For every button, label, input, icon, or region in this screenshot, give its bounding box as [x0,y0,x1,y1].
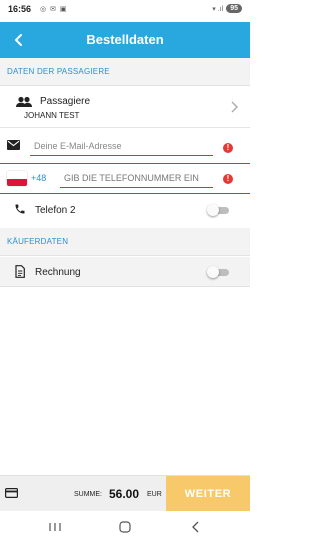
section-header-buyer: KÄUFERDATEN [0,228,250,256]
status-time: 16:56 [8,4,32,14]
document-icon [15,265,25,278]
system-nav-bar [0,511,250,542]
email-field[interactable] [30,136,213,156]
telefon2-row: Telefon 2 [0,196,250,224]
total-label: SUMME: [74,491,102,498]
passenger-row[interactable]: Passagiere JOHANN TEST [0,86,250,128]
signal-icon: ▾ .ıl [212,5,224,13]
phone-error-icon: ! [223,174,233,184]
total-amount: 56.00 [109,487,140,501]
rechnung-row: Rechnung [0,257,250,287]
passenger-label: Passagiere [40,96,91,107]
status-bar: 16:56 ◎ ✉ ▣ ▾ .ıl 95 [0,0,250,22]
phone-icon [15,204,25,214]
checkout-bar: SUMME: 56.00 EUR WEITER [0,475,250,511]
recent-apps-icon [49,523,61,531]
section-header-passengers: DATEN DER PASSAGIERE [0,58,250,86]
back-nav-button[interactable] [186,519,206,535]
section-title: DATEN DER PASSAGIERE [7,67,110,76]
status-indicators: ▾ .ıl 95 [212,4,242,13]
battery-indicator: 95 [226,4,242,13]
email-error-icon: ! [223,143,233,153]
mail-icon [7,140,20,150]
people-icon [16,96,32,107]
home-icon [119,521,131,533]
app-bar: Bestelldaten [0,22,250,58]
phone-field[interactable] [60,168,213,188]
back-arrow-icon [192,521,199,533]
currency-label: EUR [147,491,162,498]
passenger-name: JOHANN TEST [24,111,80,120]
home-button[interactable] [115,519,135,535]
email-row: ! [0,129,250,161]
credit-card-icon[interactable] [5,488,18,498]
telefon2-label: Telefon 2 [35,205,76,216]
country-flag-poland[interactable] [7,171,27,186]
phone-row: +48 ! [0,163,250,194]
page-title: Bestelldaten [86,32,164,47]
continue-button[interactable]: WEITER [166,476,250,511]
section-title: KÄUFERDATEN [7,237,69,246]
telefon2-toggle[interactable] [207,204,231,216]
chevron-right-icon [231,101,238,113]
notification-icons: ◎ ✉ ▣ [40,6,68,13]
phone-prefix[interactable]: +48 [31,173,46,183]
rechnung-toggle[interactable] [207,266,231,278]
rechnung-label: Rechnung [35,267,81,278]
recent-apps-button[interactable] [45,519,65,535]
